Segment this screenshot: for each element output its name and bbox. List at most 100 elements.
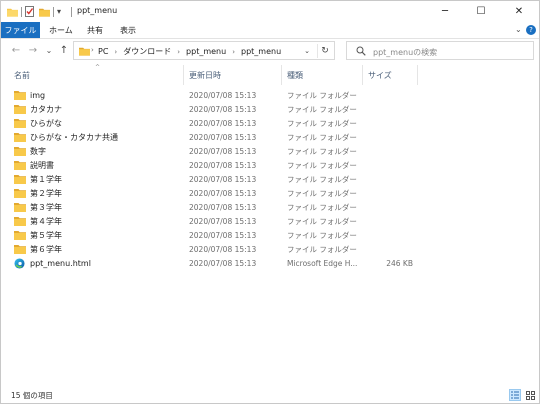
file-row[interactable]: ppt_menu.html 2020/07/08 15:13 Microsoft E… bbox=[1, 256, 539, 270]
search-placeholder: ppt_menuの検索 bbox=[373, 48, 438, 57]
recent-locations-button[interactable]: ⌄ bbox=[42, 43, 56, 57]
file-type: ファイル フォルダー bbox=[287, 132, 357, 142]
file-name: 第２学年 bbox=[30, 188, 62, 198]
file-name: img bbox=[30, 90, 46, 100]
folder-icon bbox=[14, 203, 26, 212]
tab-home[interactable]: ホーム bbox=[49, 22, 73, 38]
file-name-cell[interactable]: カタカナ bbox=[14, 102, 62, 116]
quick-access-toolbar: ▾ bbox=[7, 5, 61, 18]
file-row[interactable]: 第５学年 2020/07/08 15:13 ファイル フォルダー bbox=[1, 228, 539, 242]
sort-ascending-icon: ^ bbox=[95, 64, 101, 71]
address-dropdown-icon[interactable]: ⌄ bbox=[302, 46, 312, 56]
file-row[interactable]: 第１学年 2020/07/08 15:13 ファイル フォルダー bbox=[1, 172, 539, 186]
tab-view[interactable]: 表示 bbox=[120, 22, 136, 38]
maximize-button[interactable]: ☐ bbox=[463, 1, 499, 22]
address-bar[interactable]: › PC › ダウンロード › ppt_menu › ppt_menu ⌄ ↻ bbox=[73, 41, 335, 60]
file-date: 2020/07/08 15:13 bbox=[189, 90, 257, 100]
file-row[interactable]: 第２学年 2020/07/08 15:13 ファイル フォルダー bbox=[1, 186, 539, 200]
file-row[interactable]: 第６学年 2020/07/08 15:13 ファイル フォルダー bbox=[1, 242, 539, 256]
file-name-cell[interactable]: 説明書 bbox=[14, 158, 54, 172]
forward-button[interactable]: → bbox=[26, 43, 40, 57]
file-type: ファイル フォルダー bbox=[287, 202, 357, 212]
minimize-button[interactable]: ─ bbox=[427, 1, 463, 22]
breadcrumb-ppt-menu[interactable]: ppt_menu bbox=[186, 47, 226, 56]
file-name: 説明書 bbox=[30, 160, 54, 170]
title-bar: ▾ ppt_menu ─ ☐ ✕ bbox=[1, 1, 539, 22]
expand-ribbon-icon[interactable]: ⌄ bbox=[515, 25, 525, 35]
file-size bbox=[367, 242, 413, 256]
file-row[interactable]: カタカナ 2020/07/08 15:13 ファイル フォルダー bbox=[1, 102, 539, 116]
breadcrumb-separator: › bbox=[91, 46, 94, 54]
properties-icon[interactable] bbox=[25, 6, 35, 17]
file-size bbox=[367, 88, 413, 102]
file-type: ファイル フォルダー bbox=[287, 174, 357, 184]
file-name-cell[interactable]: 第４学年 bbox=[14, 214, 62, 228]
status-bar: 15 個の項目 bbox=[1, 385, 539, 403]
file-name-cell[interactable]: ひらがな・カタカナ共通 bbox=[14, 130, 118, 144]
edge-icon bbox=[14, 257, 25, 269]
file-row[interactable]: ひらがな・カタカナ共通 2020/07/08 15:13 ファイル フォルダー bbox=[1, 130, 539, 144]
folder-icon[interactable] bbox=[7, 7, 18, 17]
column-divider[interactable] bbox=[183, 65, 184, 85]
back-button[interactable]: ← bbox=[9, 43, 23, 57]
file-name-cell[interactable]: 第６学年 bbox=[14, 242, 62, 256]
new-folder-icon[interactable] bbox=[39, 7, 50, 17]
folder-icon bbox=[14, 161, 26, 170]
file-row[interactable]: 数字 2020/07/08 15:13 ファイル フォルダー bbox=[1, 144, 539, 158]
file-size bbox=[367, 200, 413, 214]
folder-icon bbox=[14, 147, 26, 156]
search-input[interactable]: ppt_menuの検索 bbox=[346, 41, 534, 60]
file-name-cell[interactable]: ppt_menu.html bbox=[14, 256, 91, 270]
tab-share[interactable]: 共有 bbox=[87, 22, 103, 38]
file-name-cell[interactable]: 数字 bbox=[14, 144, 46, 158]
up-button[interactable]: ↑ bbox=[57, 43, 71, 57]
file-size bbox=[367, 186, 413, 200]
file-row[interactable]: img 2020/07/08 15:13 ファイル フォルダー bbox=[1, 88, 539, 102]
column-divider[interactable] bbox=[417, 65, 418, 85]
details-view-button[interactable] bbox=[509, 389, 521, 401]
column-header-name[interactable]: 名前 bbox=[14, 65, 30, 85]
quick-access-dropdown[interactable]: ▾ bbox=[57, 7, 61, 16]
file-row[interactable]: 第３学年 2020/07/08 15:13 ファイル フォルダー bbox=[1, 200, 539, 214]
file-name-cell[interactable]: 第１学年 bbox=[14, 172, 62, 186]
file-name-cell[interactable]: img bbox=[14, 88, 45, 102]
breadcrumb: PC › ダウンロード › ppt_menu › ppt_menu bbox=[98, 46, 281, 57]
file-name: 第５学年 bbox=[30, 230, 62, 240]
column-divider[interactable] bbox=[362, 65, 363, 85]
file-list: img 2020/07/08 15:13 ファイル フォルダー カタカナ 2020/07… bbox=[1, 88, 539, 270]
file-row[interactable]: 説明書 2020/07/08 15:13 ファイル フォルダー bbox=[1, 158, 539, 172]
close-button[interactable]: ✕ bbox=[501, 1, 537, 22]
file-name-cell[interactable]: ひらがな bbox=[14, 116, 62, 130]
column-header-date[interactable]: 更新日時 bbox=[189, 65, 221, 85]
file-size bbox=[367, 130, 413, 144]
file-size: 246 KB bbox=[386, 258, 413, 268]
file-name-cell[interactable]: 第５学年 bbox=[14, 228, 62, 242]
file-explorer-window: ▾ ppt_menu ─ ☐ ✕ ファイル ホーム 共有 表示 ⌄ ? ← → … bbox=[0, 0, 540, 404]
help-icon[interactable]: ? bbox=[526, 25, 536, 35]
file-row[interactable]: ひらがな 2020/07/08 15:13 ファイル フォルダー bbox=[1, 116, 539, 130]
file-name: 第６学年 bbox=[30, 244, 62, 254]
folder-icon bbox=[79, 47, 90, 56]
file-type: ファイル フォルダー bbox=[287, 244, 357, 254]
file-date: 2020/07/08 15:13 bbox=[189, 216, 257, 226]
folder-icon bbox=[14, 105, 26, 114]
refresh-button[interactable]: ↻ bbox=[317, 44, 332, 58]
file-name-cell[interactable]: 第３学年 bbox=[14, 200, 62, 214]
breadcrumb-pc[interactable]: PC bbox=[98, 47, 108, 56]
file-size bbox=[367, 144, 413, 158]
column-header-type[interactable]: 種類 bbox=[287, 65, 303, 85]
file-row[interactable]: 第４学年 2020/07/08 15:13 ファイル フォルダー bbox=[1, 214, 539, 228]
file-name-cell[interactable]: 第２学年 bbox=[14, 186, 62, 200]
folder-icon bbox=[14, 189, 26, 198]
file-date: 2020/07/08 15:13 bbox=[189, 202, 257, 212]
search-icon bbox=[356, 46, 366, 56]
item-count: 15 個の項目 bbox=[11, 391, 53, 400]
file-date: 2020/07/08 15:13 bbox=[189, 118, 257, 128]
column-divider[interactable] bbox=[281, 65, 282, 85]
breadcrumb-downloads[interactable]: ダウンロード bbox=[123, 46, 171, 57]
breadcrumb-separator: › bbox=[114, 47, 118, 56]
tab-file[interactable]: ファイル bbox=[1, 22, 40, 38]
column-header-size[interactable]: サイズ bbox=[368, 65, 392, 85]
large-icons-view-button[interactable] bbox=[524, 389, 536, 401]
breadcrumb-ppt-menu-current[interactable]: ppt_menu bbox=[241, 47, 281, 56]
